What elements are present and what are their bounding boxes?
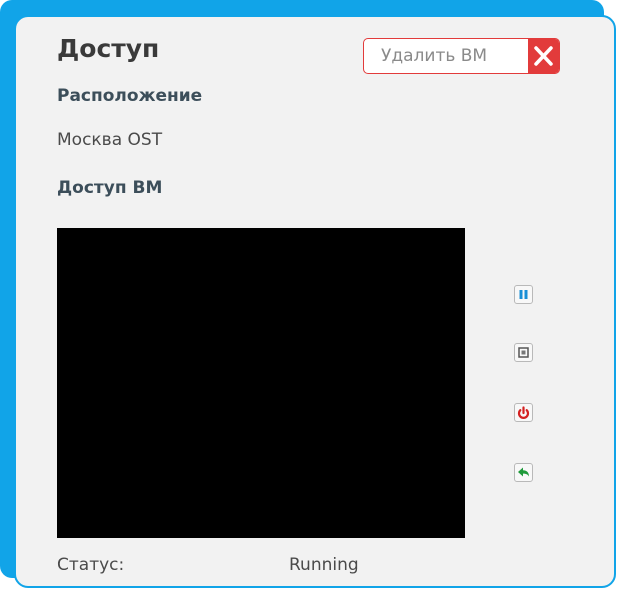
- vm-access-widget: Доступ Удалить ВМ Расположение Москва OS…: [0, 0, 619, 591]
- power-button[interactable]: [514, 403, 533, 422]
- status-label: Статус:: [57, 555, 125, 575]
- delete-vm-label: Удалить ВМ: [381, 46, 488, 66]
- back-arrow-icon: [515, 464, 532, 481]
- status-value: Running: [289, 555, 359, 575]
- vm-access-label: Доступ ВМ: [57, 178, 163, 198]
- power-icon: [515, 404, 532, 421]
- access-panel: Доступ Удалить ВМ Расположение Москва OS…: [14, 15, 616, 588]
- stop-icon: [515, 344, 532, 361]
- delete-vm-button[interactable]: Удалить ВМ: [363, 38, 560, 74]
- reset-button[interactable]: [514, 463, 533, 482]
- location-label: Расположение: [57, 86, 203, 106]
- pause-button[interactable]: [514, 285, 533, 304]
- stop-button[interactable]: [514, 343, 533, 362]
- close-icon: [528, 39, 559, 73]
- location-value: Москва OST: [57, 130, 163, 150]
- pause-icon: [515, 286, 532, 303]
- panel-title: Доступ: [57, 34, 160, 63]
- vm-console-screen[interactable]: [57, 228, 465, 538]
